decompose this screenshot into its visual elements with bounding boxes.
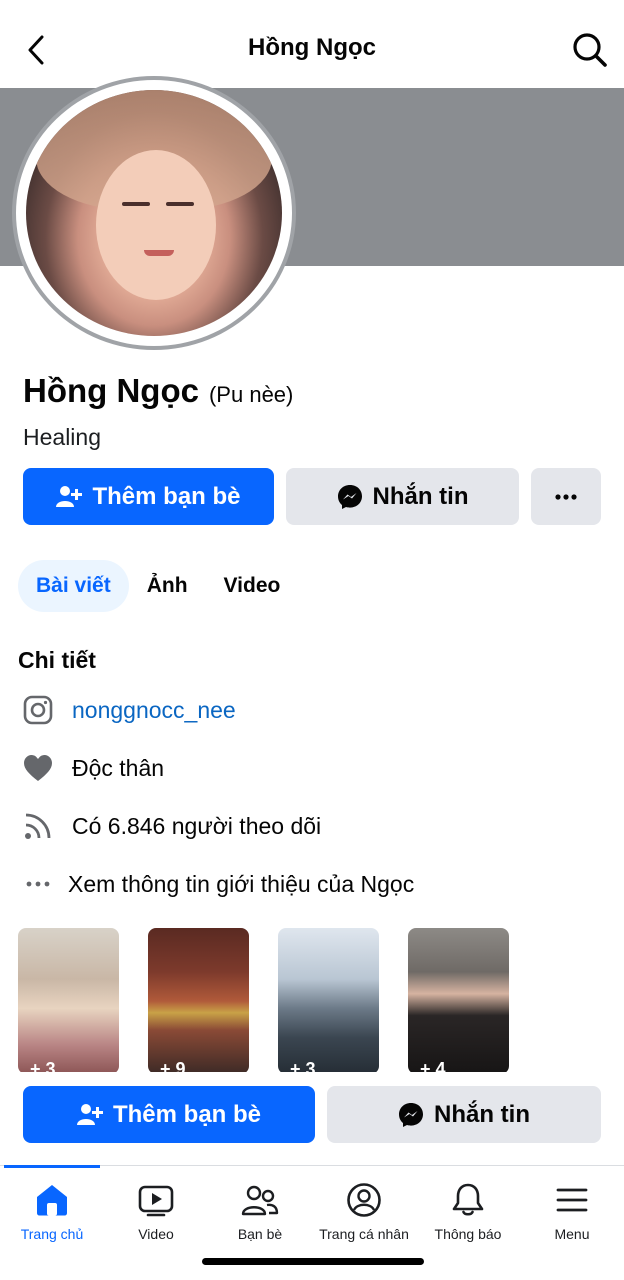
nav-profile-label: Trang cá nhân (319, 1226, 409, 1242)
profile-name-row: Hồng Ngọc (Pu nèe) (23, 372, 293, 410)
featured-photo[interactable]: + 4 (408, 928, 509, 1074)
nav-video-label: Video (138, 1226, 174, 1242)
home-icon (32, 1180, 72, 1220)
about-row[interactable]: Xem thông tin giới thiệu của Ngọc (22, 868, 414, 900)
more-horizontal-icon (555, 493, 577, 500)
relationship-row: Độc thân (22, 752, 164, 784)
nav-home-label: Trang chủ (20, 1226, 84, 1242)
nav-home[interactable]: Trang chủ (0, 1180, 104, 1242)
profile-name: Hồng Ngọc (23, 372, 199, 409)
tab-posts[interactable]: Bài viết (18, 560, 129, 612)
instagram-row[interactable]: nonggnocc_nee (22, 694, 236, 726)
nav-profile[interactable]: Trang cá nhân (312, 1180, 416, 1242)
active-tab-indicator (4, 1165, 100, 1168)
nav-friends[interactable]: Bạn bè (208, 1180, 312, 1242)
instagram-link[interactable]: nonggnocc_nee (72, 697, 236, 724)
bell-icon (448, 1180, 488, 1220)
nav-menu[interactable]: Menu (520, 1180, 624, 1242)
message-button[interactable]: Nhắn tin (286, 468, 519, 525)
add-friend-icon (76, 1103, 103, 1125)
details-title: Chi tiết (18, 647, 96, 673)
add-friend-button[interactable]: Thêm bạn bè (23, 468, 274, 525)
alternate-name: (Pu nèe) (208, 382, 294, 407)
nav-notifications-label: Thông báo (434, 1226, 502, 1242)
nav-notifications[interactable]: Thông báo (416, 1180, 520, 1242)
add-friend-icon (56, 485, 83, 507)
friends-icon (240, 1180, 280, 1220)
followers-count: Có 6.846 người theo dõi (72, 812, 322, 839)
home-indicator[interactable] (202, 1258, 424, 1265)
top-bar: Hồng Ngọc (0, 0, 624, 88)
messenger-icon (399, 1102, 423, 1127)
tab-videos[interactable]: Video (206, 560, 299, 612)
messenger-icon (337, 484, 362, 509)
profile-tabs: Bài viết Ảnh Video (18, 560, 298, 612)
profile-icon (344, 1180, 384, 1220)
instagram-icon (22, 694, 54, 726)
message-label: Nhắn tin (372, 482, 469, 510)
featured-photo[interactable]: + 3 (278, 928, 379, 1074)
sticky-add-friend-button[interactable]: Thêm bạn bè (23, 1086, 315, 1143)
followers-row[interactable]: Có 6.846 người theo dõi (22, 810, 321, 842)
featured-photo[interactable]: + 3 (18, 928, 119, 1074)
heart-icon (22, 752, 54, 784)
profile-bio: Healing (23, 424, 101, 450)
more-options-button[interactable] (531, 468, 601, 525)
nav-friends-label: Bạn bè (237, 1226, 283, 1242)
featured-photo[interactable]: + 9 (148, 928, 249, 1074)
relationship-status: Độc thân (72, 754, 165, 781)
search-icon (573, 33, 607, 67)
message-label: Nhắn tin (434, 1100, 530, 1128)
nav-menu-label: Menu (554, 1226, 590, 1242)
more-horizontal-icon (22, 868, 54, 900)
sticky-message-button[interactable]: Nhắn tin (327, 1086, 601, 1143)
add-friend-label: Thêm bạn bè (112, 1100, 262, 1128)
about-link[interactable]: Xem thông tin giới thiệu của Ngọc (68, 871, 414, 898)
add-friend-label: Thêm bạn bè (92, 482, 241, 510)
search-button[interactable] (570, 30, 610, 70)
nav-video[interactable]: Video (104, 1180, 208, 1242)
featured-photos: + 3 + 9 + 3 + 4 (18, 928, 509, 1074)
page-title: Hồng Ngọc (248, 34, 376, 61)
avatar (26, 90, 282, 336)
rss-feed-icon (22, 810, 54, 842)
video-icon (136, 1180, 176, 1220)
tab-photos[interactable]: Ảnh (129, 560, 206, 612)
menu-icon (552, 1180, 592, 1220)
profile-picture[interactable] (12, 76, 296, 350)
